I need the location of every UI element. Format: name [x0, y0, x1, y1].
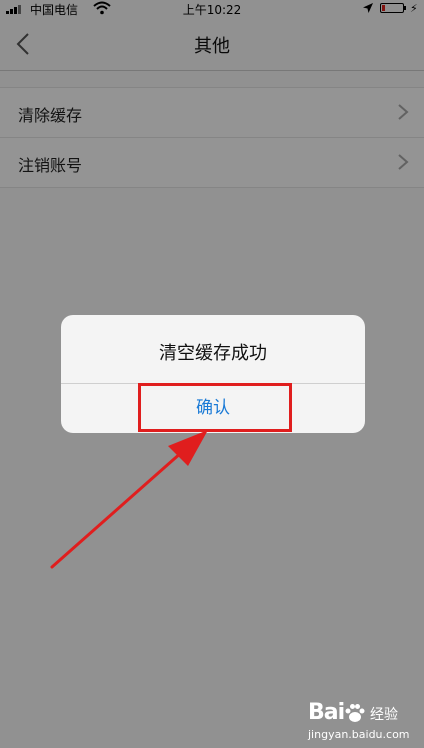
watermark-brand: Bai: [308, 700, 345, 725]
annotation-arrow: [50, 430, 208, 569]
app-screen: 中国电信 上午10:22 ⚡ 其他 清除缓存 注销账号 清空缓存成功 确认 Ba…: [0, 0, 424, 748]
baidu-jingyan-watermark: Bai 经验 jingyan.baidu.com: [308, 700, 418, 744]
paw-icon: [345, 704, 365, 722]
watermark-suffix: 经验: [370, 707, 398, 723]
watermark-url: jingyan.baidu.com: [308, 728, 410, 741]
